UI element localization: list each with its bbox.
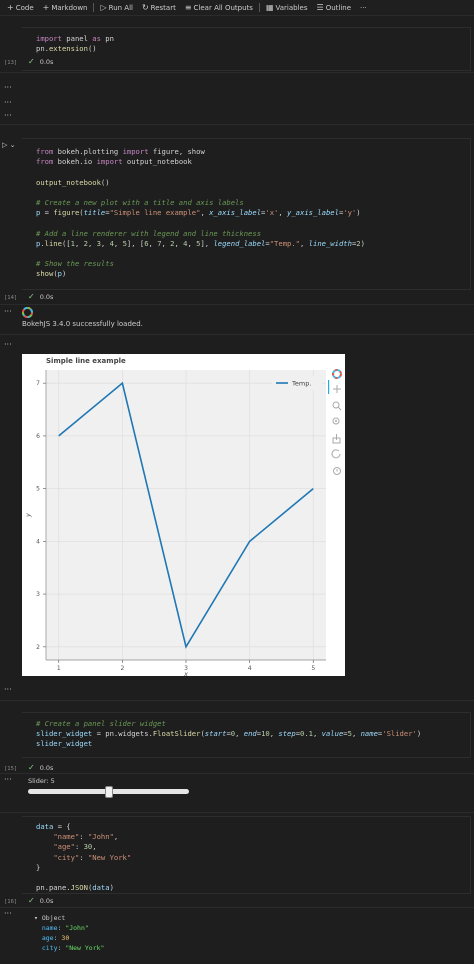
y-tick-label: 4 (36, 538, 40, 545)
execution-count: [14] (4, 295, 18, 301)
cell-divider (0, 773, 474, 774)
toolbar-divider (93, 3, 95, 12)
bokeh-toolbar (328, 369, 342, 475)
line-chart[interactable]: 1 2 3 4 5234567xy Temp. (22, 354, 345, 676)
code-cell-16[interactable]: data = { "name": "John", "age": 30, "cit… (22, 816, 471, 894)
bokeh-logo-icon (22, 307, 33, 318)
code-editor[interactable]: data = { "name": "John", "age": 30, "cit… (22, 817, 470, 893)
plus-icon: + (7, 3, 14, 12)
variables-button[interactable]: ▦ Variables (263, 3, 311, 12)
bokeh-loaded-message: BokehJS 3.4.0 successfully loaded. (22, 320, 143, 328)
json-key: name (41, 924, 58, 932)
chevron-down-icon: ⌄ (9, 141, 16, 149)
y-tick-label: 5 (36, 486, 40, 493)
cell-divider (0, 304, 474, 305)
variables-icon: ▦ (265, 3, 274, 12)
outline-icon: ☰ (316, 3, 324, 12)
legend-label: Temp. (291, 380, 311, 388)
execution-count: [13] (4, 60, 18, 66)
float-slider[interactable] (28, 786, 189, 798)
play-icon: ▷ (2, 141, 8, 149)
cell-divider (0, 907, 474, 908)
notebook-toolbar: + Code + Markdown ▷ Run All ↻ Restart ≡ Clear… (0, 0, 474, 16)
cell-divider (0, 812, 474, 813)
collapsed-output-ellipsis[interactable]: ··· (4, 83, 12, 92)
plus-icon: + (42, 3, 50, 12)
box-zoom-icon[interactable] (332, 401, 342, 411)
y-tick-label: 2 (36, 644, 40, 651)
run-cell-button[interactable]: ▷ ⌄ (2, 141, 16, 149)
cell-divider (0, 72, 474, 73)
json-value: 30 (61, 934, 70, 942)
execution-count: [16] (4, 899, 18, 905)
help-icon[interactable] (333, 467, 341, 475)
toolbar-divider (258, 3, 260, 12)
cell-status: ✓ 0.0s (28, 763, 54, 772)
cell-divider (0, 334, 474, 335)
clear-list-icon: ≡ (184, 3, 192, 12)
restart-button[interactable]: ↻ Restart (139, 3, 179, 12)
json-key: age (41, 934, 54, 942)
play-icon: ▷ (100, 3, 107, 12)
json-pane: ▾ Object name: "John" age: 30 city: "New… (34, 914, 105, 952)
run-all-button[interactable]: ▷ Run All (97, 3, 135, 12)
collapsed-output-ellipsis[interactable]: ··· (4, 685, 12, 694)
y-tick-label: 3 (36, 591, 40, 598)
code-editor[interactable]: import panel as pn pn.extension() (22, 28, 470, 54)
y-tick-label: 6 (36, 433, 40, 440)
cell-status: ✓ 0.0s (28, 292, 54, 301)
execution-count: [15] (4, 766, 18, 772)
cell-divider (0, 700, 474, 701)
collapsed-output-ellipsis[interactable]: ··· (4, 775, 12, 784)
check-icon: ✓ (28, 292, 35, 301)
reset-icon[interactable] (331, 449, 341, 459)
check-icon: ✓ (28, 896, 35, 905)
x-tick-label: 4 (248, 665, 252, 672)
code-cell-14[interactable]: from bokeh.plotting import figure, show … (22, 138, 471, 290)
code-editor[interactable]: # Create a panel slider widget slider_wi… (22, 713, 470, 750)
pan-tool-icon[interactable] (333, 385, 341, 393)
outline-button[interactable]: ☰ Outline (314, 3, 355, 12)
json-root-toggle[interactable]: ▾ Object (34, 914, 65, 922)
x-tick-label: 5 (311, 665, 315, 672)
check-icon: ✓ (28, 57, 35, 66)
x-tick-label: 2 (120, 665, 124, 672)
code-editor[interactable]: from bokeh.plotting import figure, show … (22, 139, 470, 280)
y-tick-label: 7 (36, 380, 40, 387)
collapsed-output-ellipsis[interactable]: ··· (4, 111, 12, 120)
collapsed-output-ellipsis[interactable]: ··· (4, 307, 12, 316)
bokeh-logo-icon[interactable] (332, 369, 342, 379)
more-actions-button[interactable]: ··· (357, 4, 370, 12)
json-value: "John" (65, 924, 89, 932)
slider-handle[interactable] (104, 786, 113, 798)
bokeh-plot[interactable]: Simple line example 12345234567xy Temp. (22, 354, 345, 676)
save-icon[interactable] (332, 434, 341, 444)
collapsed-output-ellipsis[interactable]: ··· (4, 98, 12, 107)
code-cell-15[interactable]: # Create a panel slider widget slider_wi… (22, 712, 471, 758)
slider-label: Slider: 5 (28, 777, 55, 785)
wheel-zoom-icon[interactable] (332, 417, 340, 425)
json-key: city (41, 944, 58, 952)
add-markdown-button[interactable]: + Markdown (40, 3, 91, 12)
x-tick-label: 1 (57, 665, 61, 672)
json-value: "New York" (65, 944, 105, 952)
x-axis-label: x (183, 670, 188, 676)
collapsed-output-ellipsis[interactable]: ··· (4, 909, 12, 918)
cell-status: ✓ 0.0s (28, 57, 54, 66)
cell-status: ✓ 0.0s (28, 896, 54, 905)
restart-icon: ↻ (141, 3, 149, 12)
clear-all-outputs-button[interactable]: ≡ Clear All Outputs (182, 3, 256, 12)
y-axis-label: y (24, 513, 32, 518)
active-tool-indicator (328, 380, 330, 394)
check-icon: ✓ (28, 763, 35, 772)
code-cell-13[interactable]: import panel as pn pn.extension() (22, 27, 471, 71)
add-code-button[interactable]: + Code (4, 3, 37, 12)
cell-divider (0, 124, 474, 125)
collapsed-output-ellipsis[interactable]: ··· (4, 340, 12, 349)
